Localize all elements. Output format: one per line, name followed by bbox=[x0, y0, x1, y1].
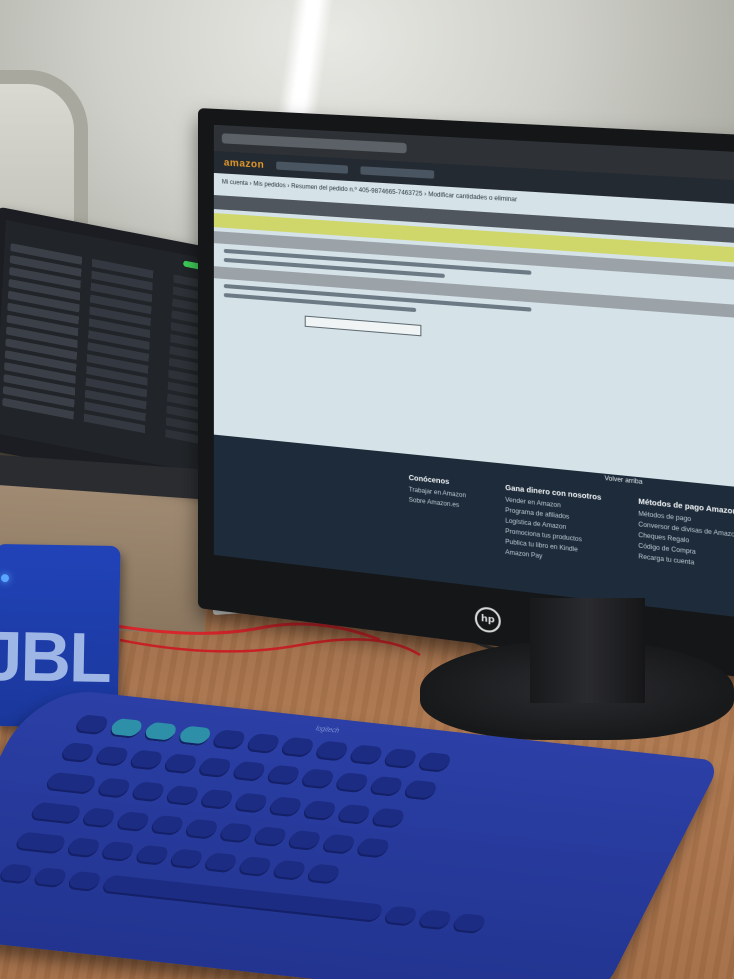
key[interactable] bbox=[401, 779, 440, 801]
key[interactable] bbox=[129, 781, 167, 803]
key[interactable] bbox=[133, 844, 171, 866]
key[interactable] bbox=[415, 909, 454, 931]
key[interactable] bbox=[354, 837, 392, 859]
key[interactable] bbox=[31, 867, 69, 889]
key[interactable] bbox=[381, 905, 420, 927]
key[interactable] bbox=[94, 777, 133, 799]
key[interactable] bbox=[98, 840, 137, 862]
spacebar-key[interactable] bbox=[99, 874, 386, 923]
shift-key[interactable] bbox=[13, 831, 68, 855]
url-bar[interactable] bbox=[221, 133, 407, 154]
monitor-screen: amazon Mi cuenta › Mis pedidos › Resumen… bbox=[213, 124, 734, 624]
speaker-logo: JBL bbox=[0, 616, 111, 697]
back-to-top-link[interactable]: Volver arriba bbox=[605, 476, 643, 486]
keyboard-brand: logitech bbox=[314, 725, 341, 735]
key[interactable] bbox=[251, 826, 289, 848]
hp-logo: hp bbox=[474, 605, 501, 635]
key[interactable] bbox=[367, 775, 405, 797]
key[interactable] bbox=[334, 803, 373, 825]
tab-key[interactable] bbox=[43, 771, 99, 795]
key[interactable] bbox=[232, 792, 270, 814]
photo-scene: amazon Mi cuenta › Mis pedidos › Resumen… bbox=[0, 0, 734, 979]
key[interactable] bbox=[72, 714, 111, 736]
footer-col-payment: Métodos de pago Amazon Métodos de pago C… bbox=[638, 498, 734, 579]
key[interactable] bbox=[347, 744, 385, 766]
site-footer: Volver arriba Conócenos Trabajar en Amaz… bbox=[213, 434, 734, 624]
key[interactable] bbox=[64, 837, 103, 859]
key[interactable] bbox=[197, 788, 236, 810]
site-brand[interactable]: amazon bbox=[224, 157, 264, 170]
channel-key-1[interactable] bbox=[107, 717, 145, 739]
footer-col-earn: Gana dinero con nosotros Vender en Amazo… bbox=[505, 485, 627, 574]
item-bar bbox=[213, 266, 734, 323]
key[interactable] bbox=[182, 818, 221, 840]
reason-select[interactable] bbox=[304, 315, 422, 337]
key[interactable] bbox=[195, 757, 234, 779]
key[interactable] bbox=[415, 751, 454, 773]
key[interactable] bbox=[210, 729, 248, 751]
key[interactable] bbox=[65, 870, 104, 892]
key[interactable] bbox=[298, 768, 337, 790]
channel-key-2[interactable] bbox=[141, 721, 180, 743]
key[interactable] bbox=[216, 822, 255, 844]
key[interactable] bbox=[92, 745, 131, 767]
channel-key-3[interactable] bbox=[175, 725, 214, 747]
key[interactable] bbox=[381, 748, 420, 770]
key[interactable] bbox=[244, 732, 282, 755]
nav-pill[interactable] bbox=[360, 166, 435, 179]
key[interactable] bbox=[278, 736, 317, 758]
key[interactable] bbox=[201, 852, 240, 874]
key[interactable] bbox=[127, 749, 165, 771]
caps-key[interactable] bbox=[28, 801, 84, 825]
key[interactable] bbox=[312, 740, 351, 762]
key[interactable] bbox=[230, 760, 268, 782]
key[interactable] bbox=[161, 753, 200, 775]
key[interactable] bbox=[79, 807, 118, 829]
monitor-stand-neck bbox=[530, 598, 645, 703]
key[interactable] bbox=[163, 785, 202, 807]
hp-monitor: amazon Mi cuenta › Mis pedidos › Resumen… bbox=[198, 108, 734, 686]
key[interactable] bbox=[319, 833, 358, 855]
key[interactable] bbox=[235, 855, 274, 878]
key[interactable] bbox=[300, 800, 339, 822]
key[interactable] bbox=[369, 807, 407, 829]
key[interactable] bbox=[304, 863, 343, 885]
key[interactable] bbox=[285, 829, 324, 851]
key[interactable] bbox=[167, 848, 206, 870]
key[interactable] bbox=[270, 859, 308, 881]
key[interactable] bbox=[114, 811, 152, 833]
key[interactable] bbox=[58, 741, 97, 764]
key[interactable] bbox=[148, 814, 186, 836]
search-bar[interactable] bbox=[276, 161, 349, 174]
speaker-led bbox=[0, 574, 10, 583]
key[interactable] bbox=[264, 764, 303, 786]
key[interactable] bbox=[450, 913, 488, 935]
key[interactable] bbox=[332, 772, 371, 794]
key[interactable] bbox=[266, 796, 305, 818]
key[interactable] bbox=[0, 863, 35, 885]
